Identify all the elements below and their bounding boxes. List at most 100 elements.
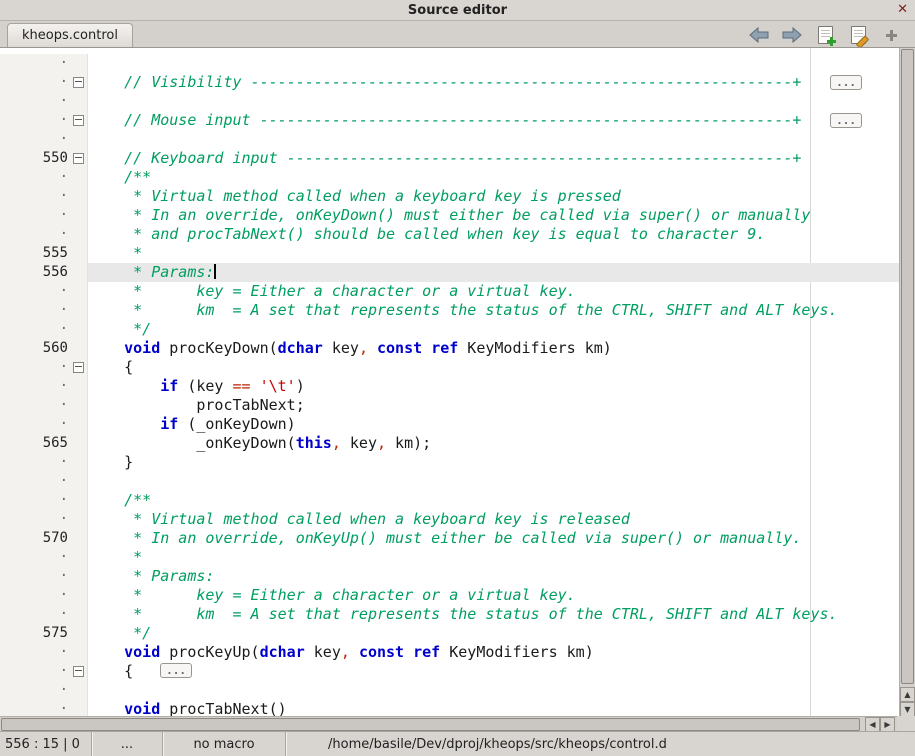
- scroll-right-button[interactable]: ▶: [880, 717, 895, 732]
- fold-gutter: [70, 662, 88, 681]
- code-line[interactable]: ·: [0, 472, 899, 491]
- code-line[interactable]: · * key = Either a character or a virtua…: [0, 282, 899, 301]
- fold-gutter: [70, 681, 88, 700]
- line-number: ·: [0, 472, 70, 491]
- scroll-left-button[interactable]: ◀: [865, 717, 880, 732]
- line-number: ·: [0, 567, 70, 586]
- line-number: ·: [0, 301, 70, 320]
- fold-gutter: [70, 491, 88, 510]
- fold-collapse-icon[interactable]: [73, 153, 84, 164]
- code-line[interactable]: · * Virtual method called when a keyboar…: [0, 187, 899, 206]
- code-line[interactable]: · * km = A set that represents the statu…: [0, 605, 899, 624]
- code-line[interactable]: 565 _onKeyDown(this, key, km);: [0, 434, 899, 453]
- code-line[interactable]: · {: [0, 358, 899, 377]
- vscroll-steppers: ▲ ▼: [900, 687, 915, 717]
- fold-gutter: [70, 301, 88, 320]
- code-line[interactable]: ·: [0, 681, 899, 700]
- vertical-scrollbar[interactable]: ▲ ▼: [899, 48, 915, 717]
- line-number: 560: [0, 339, 70, 358]
- line-number: ·: [0, 453, 70, 472]
- code-line[interactable]: 560 void procKeyDown(dchar key, const re…: [0, 339, 899, 358]
- code-line[interactable]: · /**: [0, 168, 899, 187]
- scroll-up-button[interactable]: ▲: [900, 687, 915, 702]
- close-icon[interactable]: ✕: [897, 2, 908, 17]
- line-number: ·: [0, 320, 70, 339]
- code-text: * km = A set that represents the status …: [88, 605, 899, 624]
- code-line[interactable]: · * Params:: [0, 567, 899, 586]
- line-number: ·: [0, 54, 70, 73]
- code-text: * In an override, onKeyUp() must either …: [88, 529, 899, 548]
- nav-forward-button[interactable]: [780, 25, 804, 45]
- scroll-down-button[interactable]: ▼: [900, 702, 915, 717]
- code-line[interactable]: 570 * In an override, onKeyUp() must eit…: [0, 529, 899, 548]
- line-number: ·: [0, 187, 70, 206]
- detach-button[interactable]: [879, 25, 903, 45]
- line-number: ·: [0, 491, 70, 510]
- pin-icon: [886, 30, 897, 41]
- fold-collapse-icon[interactable]: [73, 77, 84, 88]
- status-ellipsis: ...: [92, 732, 163, 756]
- line-number: ·: [0, 396, 70, 415]
- code-line[interactable]: · {...: [0, 662, 899, 681]
- code-text: {: [88, 358, 899, 377]
- code-line[interactable]: ·: [0, 92, 899, 111]
- fold-gutter: [70, 244, 88, 263]
- code-text: * and procTabNext() should be called whe…: [88, 225, 899, 244]
- folded-code-ellipsis[interactable]: ...: [160, 663, 192, 678]
- horizontal-scrollbar[interactable]: ◀ ▶: [0, 716, 897, 732]
- code-area[interactable]: ·· // Visibility -----------------------…: [0, 48, 899, 717]
- hscroll-thumb[interactable]: [1, 718, 860, 731]
- code-text: * Params:: [88, 263, 899, 282]
- statusbar: 556 : 15 | 0 ... no macro /home/basile/D…: [0, 731, 915, 756]
- document-edit-button[interactable]: [846, 25, 870, 45]
- fold-gutter: [70, 529, 88, 548]
- document-add-button[interactable]: [813, 25, 837, 45]
- code-line[interactable]: · }: [0, 453, 899, 472]
- line-number: ·: [0, 130, 70, 149]
- folded-region-ellipsis[interactable]: ...: [830, 113, 862, 128]
- code-line[interactable]: ·: [0, 130, 899, 149]
- arrow-left-icon: [749, 27, 769, 43]
- code-line[interactable]: · * Virtual method called when a keyboar…: [0, 510, 899, 529]
- code-line[interactable]: · // Mouse input -----------------------…: [0, 111, 899, 130]
- code-line[interactable]: 556 * Params:: [0, 263, 899, 282]
- line-number: ·: [0, 206, 70, 225]
- code-line[interactable]: · */: [0, 320, 899, 339]
- tab-kheops-control[interactable]: kheops.control: [7, 23, 133, 47]
- code-line[interactable]: · * km = A set that represents the statu…: [0, 301, 899, 320]
- code-text: * Virtual method called when a keyboard …: [88, 187, 899, 206]
- code-text: * km = A set that represents the status …: [88, 301, 899, 320]
- code-line[interactable]: 550 // Keyboard input ------------------…: [0, 149, 899, 168]
- code-line[interactable]: · // Visibility ------------------------…: [0, 73, 899, 92]
- code-line[interactable]: 555 *: [0, 244, 899, 263]
- line-number: ·: [0, 700, 70, 717]
- code-line[interactable]: · void procKeyUp(dchar key, const ref Ke…: [0, 643, 899, 662]
- hscroll-steppers: ◀ ▶: [865, 717, 895, 732]
- code-line[interactable]: ·: [0, 54, 899, 73]
- fold-gutter: [70, 206, 88, 225]
- fold-gutter: [70, 358, 88, 377]
- toolbar: [747, 24, 903, 46]
- fold-collapse-icon[interactable]: [73, 666, 84, 677]
- code-text: *: [88, 244, 899, 263]
- code-line[interactable]: · /**: [0, 491, 899, 510]
- code-line[interactable]: · * and procTabNext() should be called w…: [0, 225, 899, 244]
- code-line[interactable]: · if (_onKeyDown): [0, 415, 899, 434]
- code-line[interactable]: · procTabNext;: [0, 396, 899, 415]
- code-line[interactable]: · * key = Either a character or a virtua…: [0, 586, 899, 605]
- code-line[interactable]: · void procTabNext(): [0, 700, 899, 717]
- code-text: }: [88, 453, 899, 472]
- code-line[interactable]: 575 */: [0, 624, 899, 643]
- code-line[interactable]: · * In an override, onKeyDown() must eit…: [0, 206, 899, 225]
- fold-gutter: [70, 54, 88, 73]
- fold-collapse-icon[interactable]: [73, 115, 84, 126]
- caret-position: 556 : 15 | 0: [0, 732, 92, 756]
- fold-gutter: [70, 339, 88, 358]
- nav-back-button[interactable]: [747, 25, 771, 45]
- folded-region-ellipsis[interactable]: ...: [830, 75, 862, 90]
- fold-collapse-icon[interactable]: [73, 362, 84, 373]
- code-line[interactable]: · *: [0, 548, 899, 567]
- vscroll-thumb[interactable]: [901, 49, 914, 684]
- fold-gutter: [70, 453, 88, 472]
- code-line[interactable]: · if (key == '\t'): [0, 377, 899, 396]
